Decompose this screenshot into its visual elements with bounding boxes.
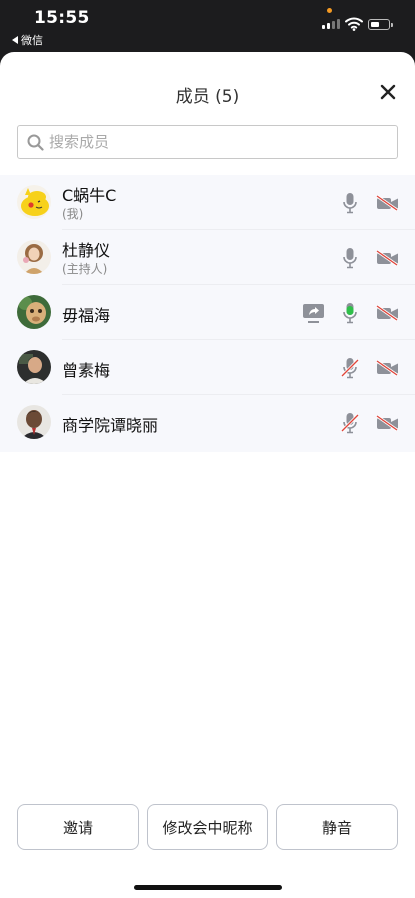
status-time: 15:55 (34, 8, 90, 28)
status-bar: 15:55 微信 (0, 0, 415, 52)
invite-button[interactable]: 邀请 (17, 804, 139, 850)
member-row[interactable]: C蜗牛C (我) (0, 175, 415, 230)
member-row[interactable]: 商学院谭晓丽 (0, 395, 415, 450)
video-off-icon[interactable] (376, 360, 399, 376)
microphone-speaking-icon[interactable] (342, 302, 358, 324)
page-title: 成员 (5) (175, 87, 240, 107)
member-list: C蜗牛C (我) 杜静仪 (主持人) 毋福海 曾素梅 商学院谭晓丽 (0, 175, 415, 452)
home-indicator[interactable] (134, 885, 282, 890)
member-role: (主持人) (62, 262, 108, 276)
members-sheet: 成员 (5) C蜗牛C (我) (0, 52, 415, 898)
cellular-signal-icon (322, 19, 340, 29)
search-icon (27, 134, 44, 151)
search-box[interactable] (17, 125, 398, 159)
avatar (17, 350, 51, 384)
close-icon[interactable] (378, 82, 398, 102)
avatar (17, 185, 51, 219)
member-row[interactable]: 杜静仪 (主持人) (0, 230, 415, 285)
microphone-muted-icon[interactable] (340, 357, 360, 379)
video-off-icon[interactable] (376, 250, 399, 266)
mute-all-button[interactable]: 静音 (276, 804, 398, 850)
video-off-icon[interactable] (376, 415, 399, 431)
wifi-icon (345, 17, 363, 31)
avatar (17, 240, 51, 274)
avatar (17, 295, 51, 329)
rename-in-meeting-button[interactable]: 修改会中昵称 (147, 804, 268, 850)
microphone-icon[interactable] (342, 192, 358, 214)
member-name: 毋福海 (62, 306, 111, 325)
screen-share-icon[interactable] (302, 303, 325, 323)
privacy-indicator-icon (327, 8, 332, 13)
member-name: 商学院谭晓丽 (62, 416, 159, 435)
microphone-muted-icon[interactable] (340, 412, 360, 434)
member-name: 杜静仪 (62, 241, 111, 260)
back-to-wechat-link[interactable]: 微信 (12, 32, 43, 48)
member-row[interactable]: 毋福海 (0, 285, 415, 340)
microphone-icon[interactable] (342, 247, 358, 269)
back-arrow-icon (12, 36, 18, 44)
member-name: C蜗牛C (62, 186, 117, 205)
member-role: (我) (62, 207, 84, 221)
member-row[interactable]: 曾素梅 (0, 340, 415, 395)
video-off-icon[interactable] (376, 195, 399, 211)
member-name: 曾素梅 (62, 361, 111, 380)
battery-icon (368, 19, 393, 30)
back-label: 微信 (21, 34, 43, 47)
video-off-icon[interactable] (376, 305, 399, 321)
search-input[interactable] (49, 126, 389, 158)
avatar (17, 405, 51, 439)
